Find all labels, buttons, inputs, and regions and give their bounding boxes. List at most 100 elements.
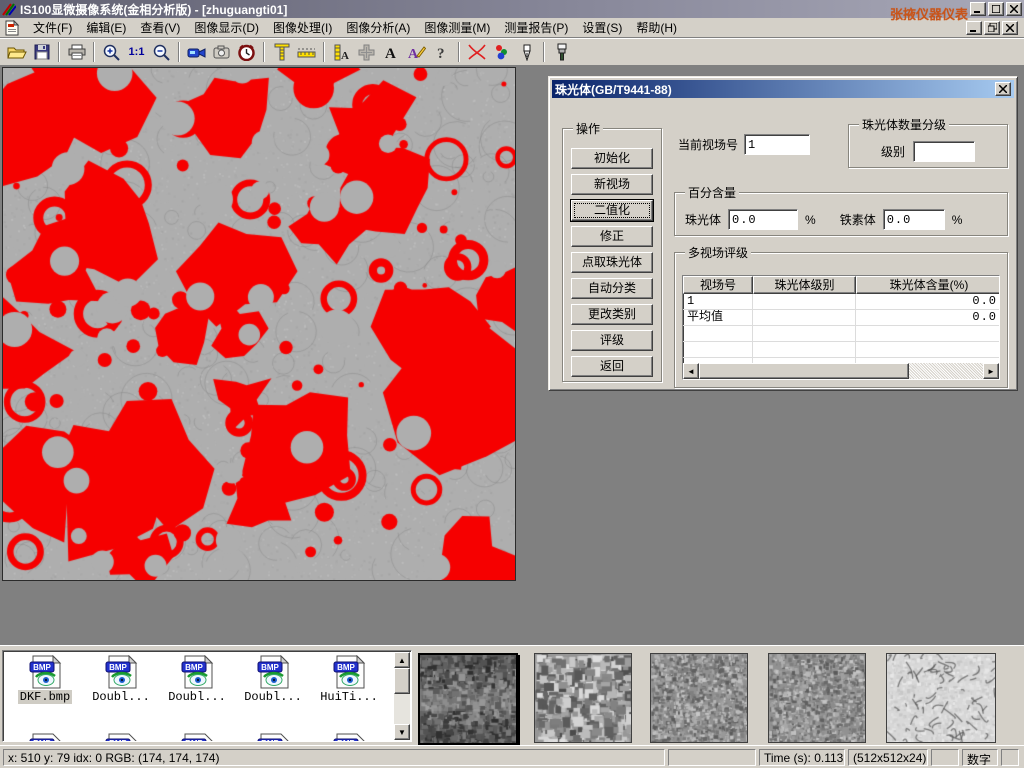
scroll-left-icon[interactable]: ◄	[683, 363, 699, 379]
timer-button[interactable]	[234, 40, 259, 64]
scrollbar-thumb[interactable]	[699, 363, 909, 379]
open-button[interactable]	[4, 40, 29, 64]
menu-image-analysis[interactable]: 图像分析(A)	[339, 17, 417, 38]
menu-help[interactable]: 帮助(H)	[629, 17, 684, 38]
dialog-close-button[interactable]	[995, 82, 1011, 96]
cell-content: 0.0	[856, 310, 1000, 325]
col-field-no[interactable]: 视场号	[683, 276, 753, 294]
mdi-close-button[interactable]	[1002, 21, 1018, 35]
svg-text:A: A	[341, 50, 349, 61]
file-item[interactable]: BMP Doubl...	[235, 655, 311, 704]
file-item[interactable]: BMP	[7, 733, 83, 742]
new-field-button[interactable]: 新视场	[571, 174, 653, 195]
current-field-input[interactable]	[744, 134, 810, 155]
file-list-scrollbar[interactable]: ▲ ▼	[394, 652, 410, 740]
binarize-button[interactable]: 二值化	[571, 200, 653, 221]
file-item[interactable]: BMP	[83, 733, 159, 742]
cell-field-no: 1	[683, 294, 753, 309]
file-list: BMP DKF.bmp BMP Doubl... BMP Doubl...	[2, 650, 412, 742]
thumbnail-3[interactable]	[650, 653, 748, 743]
thumbnail-4[interactable]	[768, 653, 866, 743]
menu-view[interactable]: 查看(V)	[133, 17, 187, 38]
thumbnail-1[interactable]	[418, 653, 518, 745]
menu-file[interactable]: 文件(F)	[26, 17, 79, 38]
grid-measure-icon	[358, 44, 375, 61]
mdi-minimize-button[interactable]	[966, 21, 982, 35]
print-button[interactable]	[64, 40, 89, 64]
scroll-right-icon[interactable]: ►	[983, 363, 999, 379]
curve-tool-button[interactable]	[464, 40, 489, 64]
initialize-button[interactable]: 初始化	[571, 148, 653, 169]
bmp-file-icon: BMP	[180, 655, 214, 689]
col-pearlite-content[interactable]: 珠光体含量(%)	[856, 276, 1000, 294]
bmp-file-icon: BMP	[332, 733, 366, 742]
col-pearlite-grade[interactable]: 珠光体级别	[753, 276, 856, 294]
cursor-position-readout: x: 510 y: 79 idx: 0 RGB: (174, 174, 174)	[3, 749, 665, 766]
pearlite-percent-input[interactable]	[728, 209, 798, 230]
rate-button[interactable]: 评级	[571, 330, 653, 351]
table-row[interactable]: 平均值 0.0	[683, 310, 999, 326]
ferrite-label: 铁素体	[840, 211, 876, 228]
menu-image-measure[interactable]: 图像测量(M)	[417, 17, 497, 38]
close-button[interactable]	[1006, 2, 1022, 16]
help-button[interactable]: ?	[429, 40, 454, 64]
pen-tool-button[interactable]	[514, 40, 539, 64]
file-name: Doubl...	[90, 690, 152, 704]
file-item[interactable]: BMP DKF.bmp	[7, 655, 83, 704]
image-size-readout: (512x512x24)	[848, 749, 928, 766]
save-button[interactable]	[29, 40, 54, 64]
zoom-in-button[interactable]	[99, 40, 124, 64]
dialog-title-bar[interactable]: 珠光体(GB/T9441-88)	[552, 80, 1014, 98]
ruler-button[interactable]	[294, 40, 319, 64]
grid-measure-button[interactable]	[354, 40, 379, 64]
menu-edit[interactable]: 编辑(E)	[79, 17, 133, 38]
video-capture-button[interactable]	[184, 40, 209, 64]
snapshot-button[interactable]	[209, 40, 234, 64]
phase-marker-icon	[494, 44, 510, 60]
metallograph-canvas[interactable]	[3, 68, 515, 580]
correct-button[interactable]: 修正	[571, 226, 653, 247]
file-item[interactable]: BMP Doubl...	[83, 655, 159, 704]
menu-bar: 文件(F) 编辑(E) 查看(V) 图像显示(D) 图像处理(I) 图像分析(A…	[0, 18, 1024, 38]
pick-pearlite-button[interactable]: 点取珠光体	[571, 252, 653, 273]
return-button[interactable]: 返回	[571, 356, 653, 377]
menu-settings[interactable]: 设置(S)	[575, 17, 629, 38]
change-class-button[interactable]: 更改类别	[571, 304, 653, 325]
table-row[interactable]: 1 0.0	[683, 294, 999, 310]
text-edit-button[interactable]: A	[404, 40, 429, 64]
measure-text-button[interactable]: A	[329, 40, 354, 64]
maximize-button[interactable]	[988, 2, 1004, 16]
phase-marker-button[interactable]	[489, 40, 514, 64]
minimize-button[interactable]	[970, 2, 986, 16]
ferrite-percent-input[interactable]	[883, 209, 945, 230]
document-icon[interactable]	[4, 20, 20, 36]
table-horizontal-scrollbar[interactable]: ◄ ►	[683, 363, 999, 379]
file-item[interactable]: BMP Doubl...	[159, 655, 235, 704]
zoom-out-button[interactable]	[149, 40, 174, 64]
file-item[interactable]: BMP	[311, 733, 387, 742]
grade-label: 级别	[881, 143, 905, 160]
scroll-down-icon[interactable]: ▼	[394, 724, 410, 740]
text-annotate-icon: A	[384, 44, 399, 60]
file-item[interactable]: BMP	[235, 733, 311, 742]
svg-text:BMP: BMP	[109, 739, 127, 742]
thumbnail-5[interactable]	[886, 653, 996, 743]
actual-size-button[interactable]: 1:1	[124, 40, 149, 64]
auto-classify-button[interactable]: 自动分类	[571, 278, 653, 299]
scroll-up-icon[interactable]: ▲	[394, 652, 410, 668]
app-icon	[2, 2, 16, 16]
text-annotate-button[interactable]: A	[379, 40, 404, 64]
menu-image-display[interactable]: 图像显示(D)	[187, 17, 266, 38]
grade-input[interactable]	[913, 141, 975, 162]
bmp-file-icon: BMP	[28, 733, 62, 742]
caliper-button[interactable]	[269, 40, 294, 64]
file-item[interactable]: BMP	[159, 733, 235, 742]
file-item[interactable]: BMP HuiTi...	[311, 655, 387, 704]
menu-image-process[interactable]: 图像处理(I)	[266, 17, 339, 38]
mdi-restore-button[interactable]	[984, 21, 1000, 35]
brush-tool-button[interactable]	[549, 40, 574, 64]
scrollbar-thumb[interactable]	[394, 668, 410, 694]
pearlite-unit: %	[805, 213, 816, 227]
thumbnail-2[interactable]	[534, 653, 632, 743]
menu-report[interactable]: 测量报告(P)	[497, 17, 575, 38]
